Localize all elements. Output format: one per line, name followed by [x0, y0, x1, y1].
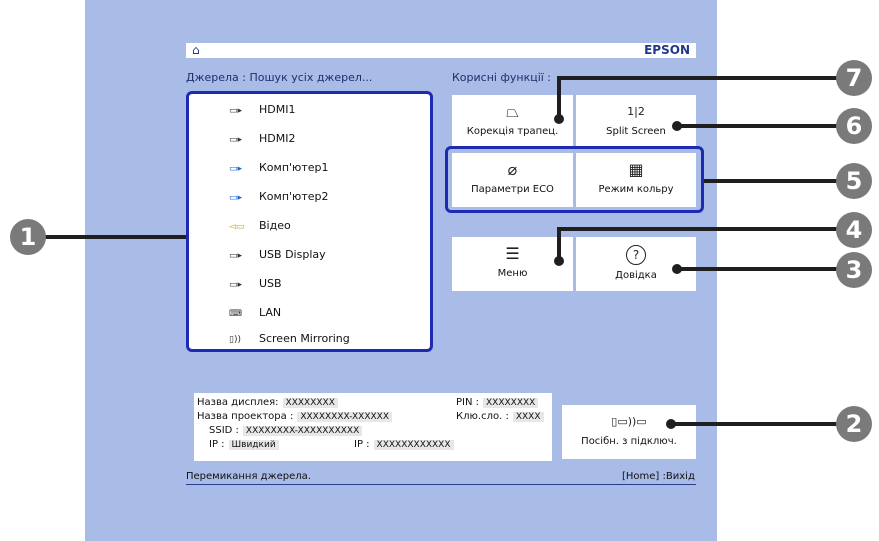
callout-line-7	[557, 76, 850, 80]
split-screen-icon: 1|2	[627, 105, 645, 118]
functions-heading: Корисні функції :	[452, 71, 552, 84]
help-icon: ?	[626, 245, 646, 265]
pin-label: PIN :	[456, 397, 480, 408]
source-item-hdmi2[interactable]: ▭▸ HDMI2	[229, 129, 295, 149]
projector-name-row: Назва проектора : XXXXXXXX-XXXXXX	[197, 411, 392, 422]
home-icon[interactable]: ⌂	[192, 43, 200, 58]
computer-port-icon: ▭▸	[229, 164, 243, 174]
status-hint: Перемикання джерела.	[186, 471, 311, 482]
color-mode-icon: ▦	[628, 160, 644, 179]
hdmi-icon: ▭▸	[229, 135, 243, 145]
callout-line-3	[676, 267, 850, 271]
callout-badge-7: 7	[836, 60, 872, 96]
callout-line-2	[670, 422, 850, 426]
color-mode-button[interactable]: ▦ Режим кольру	[576, 153, 696, 207]
video-port-icon: ◅▭	[229, 222, 245, 232]
source-label: HDMI1	[259, 103, 296, 116]
source-item-usb-display[interactable]: ▭▸ USB Display	[229, 245, 326, 265]
ssid-value: XXXXXXXX-XXXXXXXXXX	[242, 426, 363, 436]
ip-value: Швидкий	[228, 440, 279, 450]
network-info-panel: Назва дисплея: XXXXXXXX PIN : XXXXXXXX Наз…	[194, 393, 552, 461]
exit-hint: [Home] :Вихід	[622, 471, 695, 482]
callout-dot-3	[672, 264, 682, 274]
computer-port-icon: ▭▸	[229, 193, 243, 203]
callout-dot-7	[554, 114, 564, 124]
callout-badge-6: 6	[836, 108, 872, 144]
source-item-computer2[interactable]: ▭▸ Комп'ютер2	[229, 187, 328, 207]
ip-row: IP : Швидкий	[209, 439, 279, 450]
callout-dot-6	[672, 121, 682, 131]
eco-settings-button[interactable]: ⌀ Параметри ECO	[452, 153, 573, 207]
callout-dot-2	[666, 419, 676, 429]
source-item-hdmi1[interactable]: ▭▸ HDMI1	[229, 100, 295, 120]
source-item-computer1[interactable]: ▭▸ Комп'ютер1	[229, 158, 328, 178]
callout-line-6	[676, 124, 850, 128]
callout-line-4	[557, 227, 850, 231]
key-row: Клю.сло. : XXXX	[456, 411, 544, 422]
callout-badge-3: 3	[836, 252, 872, 288]
callout-badge-5: 5	[836, 163, 872, 199]
callout-vline-7	[557, 78, 561, 118]
source-label: LAN	[259, 306, 282, 319]
screen-mirroring-icon: ▯))	[229, 335, 241, 345]
source-item-lan[interactable]: ⌨ LAN	[229, 303, 281, 323]
projector-name-label: Назва проектора :	[197, 411, 294, 422]
display-name-value: XXXXXXXX	[282, 398, 338, 408]
hdmi-icon: ▭▸	[229, 106, 243, 116]
source-label: Screen Mirroring	[259, 332, 350, 345]
menu-label: Меню	[497, 268, 528, 279]
source-label: Комп'ютер1	[259, 161, 329, 174]
color-mode-label: Режим кольру	[598, 184, 674, 195]
display-name-row: Назва дисплея: XXXXXXXX	[197, 397, 338, 408]
pin-value: XXXXXXXX	[483, 398, 539, 408]
source-item-video[interactable]: ◅▭ Відео	[229, 216, 291, 236]
source-label: Відео	[259, 219, 291, 232]
sources-heading: Джерела : Пошук усіх джерел...	[186, 71, 373, 84]
connection-guide-label: Посібн. з підключ.	[581, 436, 677, 447]
source-list: ▭▸ HDMI1 ▭▸ HDMI2 ▭▸ Комп'ютер1 ▭▸ Комп'ютер…	[186, 91, 433, 352]
callout-line-1	[45, 235, 186, 239]
lan-icon: ⌨	[229, 309, 242, 319]
brand-logo: EPSON	[644, 43, 690, 57]
callout-badge-2: 2	[836, 406, 872, 442]
callout-badge-1: 1	[10, 219, 46, 255]
callout-badge-4: 4	[836, 212, 872, 248]
ip2-value: XXXXXXXXXXXX	[373, 440, 454, 450]
source-label: USB Display	[259, 248, 326, 261]
eco-settings-label: Параметри ECO	[471, 184, 554, 195]
source-item-usb[interactable]: ▭▸ USB	[229, 274, 282, 294]
usb-display-icon: ▭▸	[229, 251, 243, 261]
leaf-icon: ⌀	[507, 160, 518, 179]
top-bar: ⌂ EPSON	[186, 43, 696, 58]
source-item-screen-mirroring[interactable]: ▯)) Screen Mirroring	[229, 329, 350, 349]
key-value: XXXX	[512, 412, 544, 422]
callout-dot-4	[554, 256, 564, 266]
connection-guide-button[interactable]: ▯▭))▭ Посібн. з підключ.	[562, 405, 696, 459]
ssid-label: SSID :	[209, 425, 239, 436]
source-label: Комп'ютер2	[259, 190, 329, 203]
ssid-row: SSID : XXXXXXXX-XXXXXXXXXX	[209, 425, 363, 436]
display-name-label: Назва дисплея:	[197, 397, 279, 408]
source-label: HDMI2	[259, 132, 296, 145]
key-label: Клю.сло. :	[456, 411, 509, 422]
callout-line-5	[704, 179, 850, 183]
source-label: USB	[259, 277, 282, 290]
pin-row: PIN : XXXXXXXX	[456, 397, 539, 408]
ip-label: IP :	[209, 439, 225, 450]
projector-name-value: XXXXXXXX-XXXXXX	[297, 412, 392, 422]
keystone-label: Корекція трапец.	[466, 126, 559, 137]
ip2-row: IP : XXXXXXXXXXXX	[354, 439, 454, 450]
usb-icon: ▭▸	[229, 280, 243, 290]
status-divider	[186, 484, 696, 485]
ip2-label: IP :	[354, 439, 370, 450]
